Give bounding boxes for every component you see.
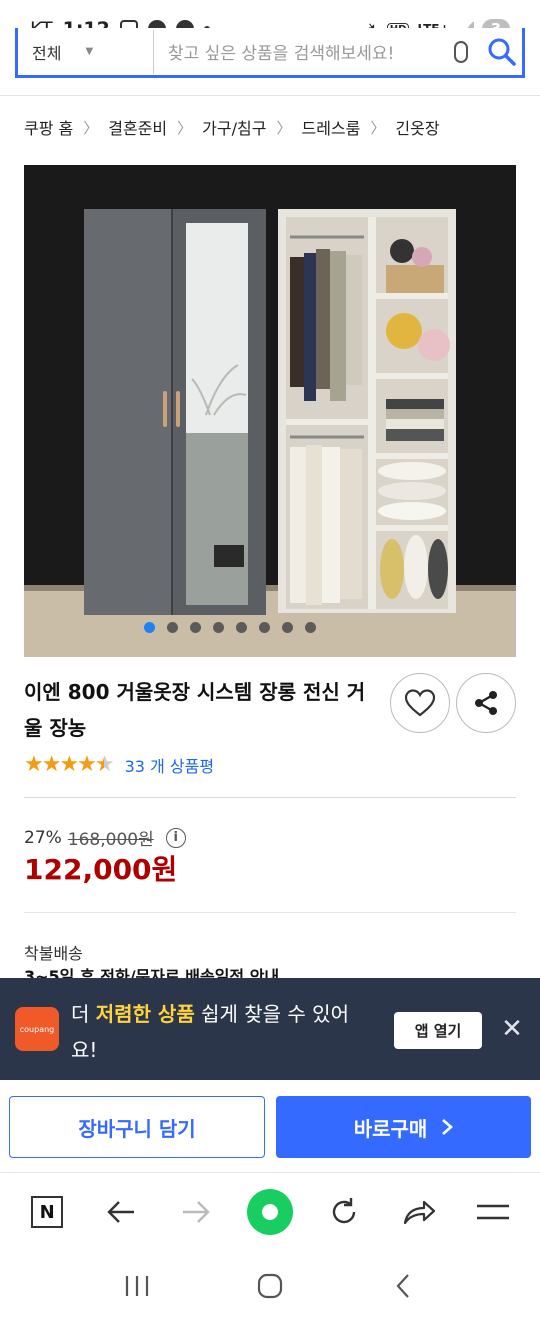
chevron-right-icon bbox=[442, 1119, 454, 1135]
banner-highlight: 저렴한 상품 bbox=[95, 1002, 195, 1026]
breadcrumb-item[interactable]: 결혼준비 bbox=[108, 115, 167, 139]
divider bbox=[24, 912, 516, 913]
delivery-eta: 3~5일 후 전화/문자로 배송일정 안내 bbox=[24, 967, 280, 978]
category-select[interactable]: 전체 ▼ bbox=[18, 40, 153, 64]
open-app-button[interactable]: 앱 열기 bbox=[394, 1012, 482, 1049]
coupang-logo: coupang bbox=[15, 1007, 59, 1051]
carousel-dot[interactable] bbox=[305, 622, 316, 633]
hamburger-icon bbox=[476, 1204, 509, 1220]
share-button[interactable] bbox=[456, 673, 516, 733]
share-arrow-icon bbox=[403, 1200, 435, 1225]
breadcrumb-item[interactable]: 드레스룸 bbox=[301, 115, 360, 139]
chevron-right-icon: 〉 bbox=[83, 118, 99, 137]
carousel-dot[interactable] bbox=[282, 622, 293, 633]
star-rating: ★★★★★ bbox=[24, 752, 115, 777]
review-count-link[interactable]: 33 개 상품평 bbox=[125, 753, 214, 777]
chevron-right-icon: 〉 bbox=[370, 118, 386, 137]
breadcrumb: 쿠팡 홈 〉 결혼준비 〉 가구/침구 〉 드레스룸 〉 긴옷장 bbox=[24, 112, 440, 142]
buy-button-label: 바로구매 bbox=[353, 1116, 428, 1141]
divider bbox=[24, 797, 516, 798]
rating-row: ★★★★★ 33 개 상품평 bbox=[24, 752, 214, 777]
carousel-indicator bbox=[0, 622, 540, 633]
add-to-cart-button[interactable]: 장바구니 담기 bbox=[9, 1096, 265, 1158]
forward-button[interactable] bbox=[171, 1187, 221, 1237]
naver-n-icon: N bbox=[31, 1196, 64, 1228]
recent-apps-button[interactable] bbox=[112, 1261, 162, 1311]
discount-rate: 27% bbox=[24, 827, 62, 848]
carousel-dot[interactable] bbox=[213, 622, 224, 633]
chevron-right-icon: 〉 bbox=[276, 118, 292, 137]
half-star-icon: ★ bbox=[94, 752, 115, 777]
carousel-dot[interactable] bbox=[167, 622, 178, 633]
arrow-right-icon bbox=[182, 1201, 210, 1223]
search-bar: 전체 ▼ 찾고 싶은 상품을 검색해보세요! bbox=[15, 28, 525, 78]
heart-icon bbox=[405, 689, 435, 717]
banner-text-pre: 더 bbox=[71, 1002, 96, 1026]
original-price: 168,000원 bbox=[67, 830, 154, 850]
share-page-button[interactable] bbox=[394, 1187, 444, 1237]
search-icon bbox=[488, 38, 516, 66]
banner-message: 더 저렴한 상품 쉽게 찾을 수 있어요! bbox=[71, 996, 371, 1068]
carousel-dot[interactable] bbox=[190, 622, 201, 633]
mic-icon[interactable] bbox=[454, 40, 468, 63]
naver-home-button[interactable]: N bbox=[22, 1187, 72, 1237]
info-icon[interactable]: i bbox=[165, 827, 186, 848]
app-install-banner: coupang 더 저렴한 상품 쉽게 찾을 수 있어요! 앱 열기 ✕ bbox=[0, 978, 540, 1080]
green-dot-icon bbox=[246, 1189, 293, 1235]
product-title: 이엔 800 거울옷장 시스템 장롱 전신 거울 장농 bbox=[24, 680, 366, 740]
cart-button-label: 장바구니 담기 bbox=[78, 1116, 196, 1141]
wishlist-button[interactable] bbox=[390, 673, 450, 733]
close-icon[interactable]: ✕ bbox=[498, 1014, 526, 1044]
breadcrumb-item[interactable]: 가구/침구 bbox=[202, 115, 266, 139]
category-label: 전체 bbox=[32, 43, 62, 63]
refresh-button[interactable] bbox=[319, 1187, 369, 1237]
wardrobe-photo bbox=[24, 165, 516, 657]
chevron-right-icon: 〉 bbox=[177, 118, 193, 137]
price-row: 27% 168,000원 i bbox=[24, 825, 186, 850]
home-button[interactable] bbox=[245, 1261, 295, 1311]
page: KT 1:12 🔇︎ HD LTE+ 3 전체 ▼ 찾고 싶은 상품을 검색해보… bbox=[0, 0, 540, 1320]
chevron-down-icon: ▼ bbox=[85, 46, 94, 57]
header-divider bbox=[0, 95, 540, 96]
breadcrumb-item[interactable]: 긴옷장 bbox=[395, 115, 439, 139]
system-back-button[interactable] bbox=[378, 1261, 428, 1311]
buy-now-button[interactable]: 바로구매 bbox=[276, 1096, 531, 1158]
carousel-dot[interactable] bbox=[144, 622, 155, 633]
recent-apps-icon bbox=[125, 1275, 148, 1296]
search-input[interactable]: 찾고 싶은 상품을 검색해보세요! bbox=[154, 39, 440, 64]
refresh-icon bbox=[333, 1198, 356, 1224]
sale-price: 122,000원 bbox=[24, 853, 178, 886]
menu-button[interactable] bbox=[468, 1187, 518, 1237]
browser-toolbar: N bbox=[0, 1173, 540, 1251]
back-chevron-icon bbox=[396, 1273, 410, 1298]
green-dot-button[interactable] bbox=[245, 1187, 295, 1237]
breadcrumb-item[interactable]: 쿠팡 홈 bbox=[24, 115, 73, 139]
search-button[interactable] bbox=[482, 37, 522, 67]
home-icon bbox=[257, 1273, 283, 1298]
carousel-dot[interactable] bbox=[236, 622, 247, 633]
product-image[interactable] bbox=[24, 165, 516, 657]
arrow-left-icon bbox=[107, 1201, 135, 1223]
carousel-dot[interactable] bbox=[259, 622, 270, 633]
back-button[interactable] bbox=[96, 1187, 146, 1237]
system-nav-bar bbox=[0, 1251, 540, 1320]
share-icon bbox=[475, 691, 497, 715]
shipping-type: 착불배송 bbox=[24, 944, 83, 963]
